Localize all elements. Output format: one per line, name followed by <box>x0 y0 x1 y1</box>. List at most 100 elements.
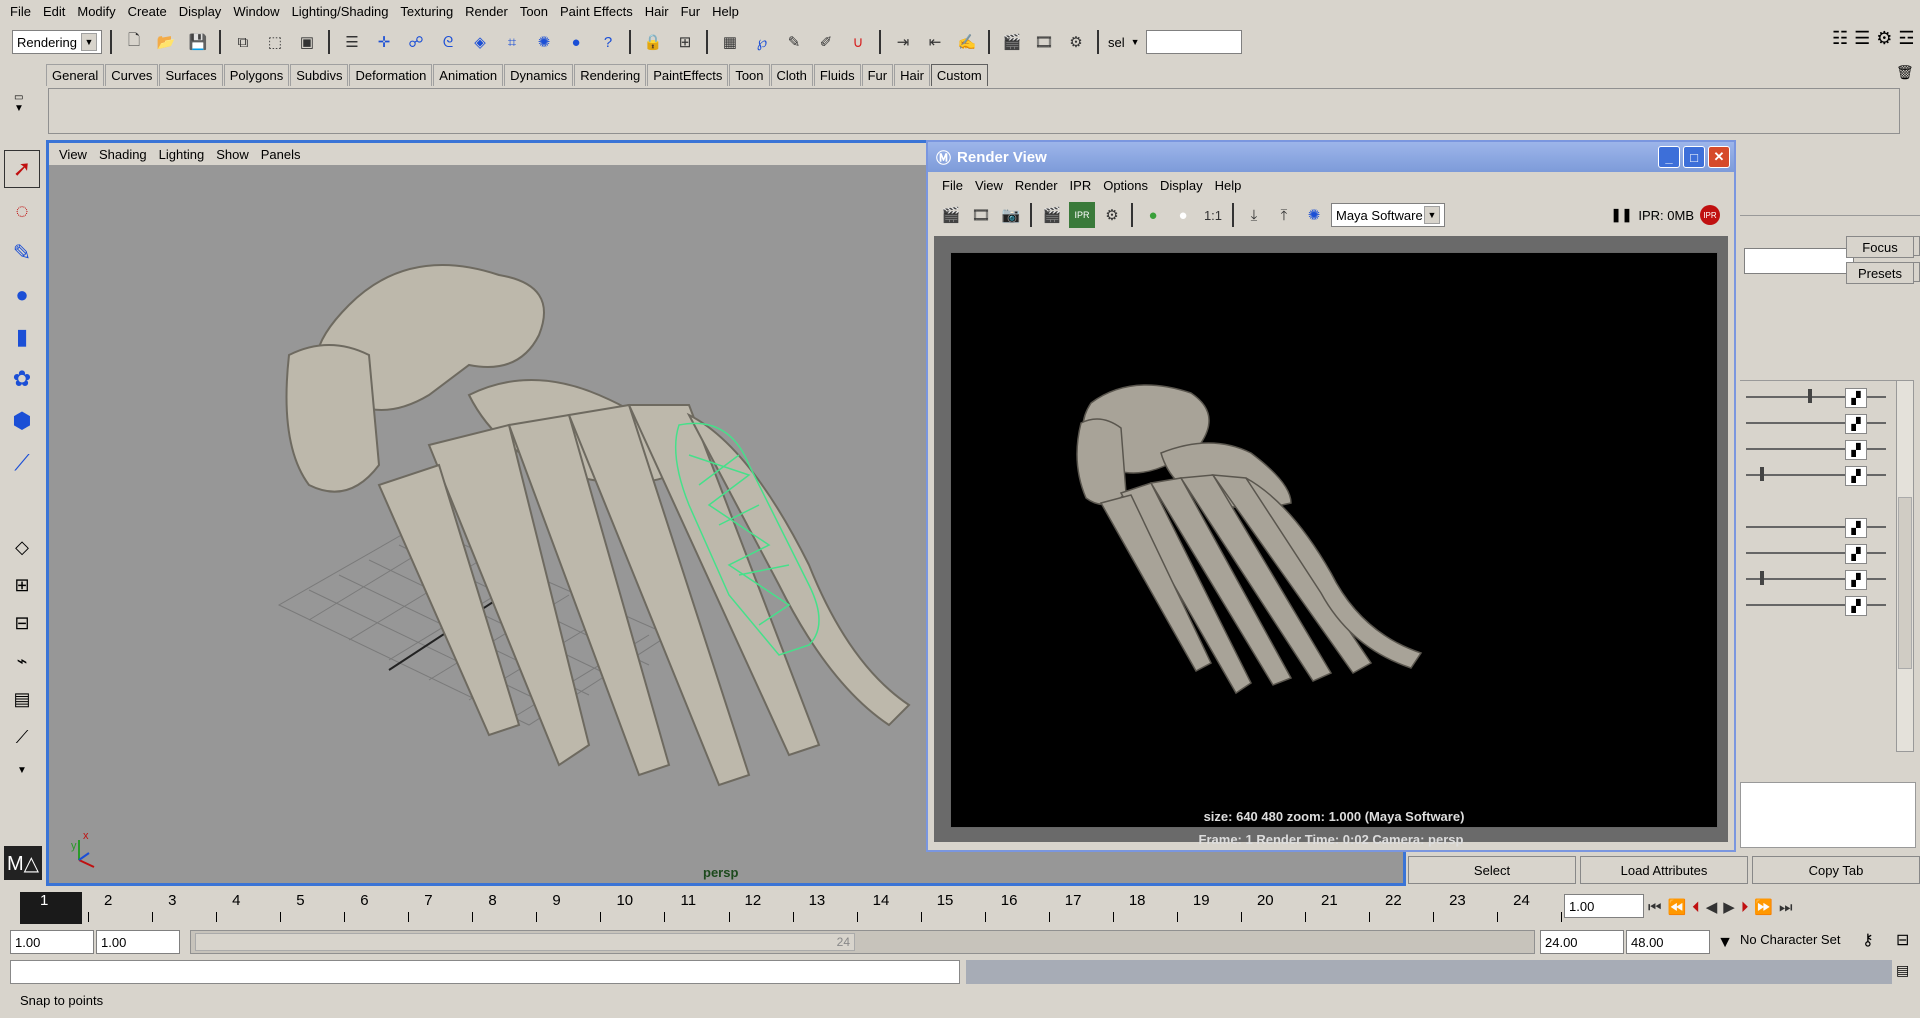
select-tool-icon[interactable]: ➚ <box>4 150 40 188</box>
play-backwards-icon[interactable]: ◀ <box>1706 898 1718 916</box>
snapshot-icon[interactable]: 📷 <box>998 202 1024 228</box>
output-ops-icon[interactable]: ⇤ <box>922 29 948 55</box>
snap-curve-icon[interactable]: ☍ <box>403 29 429 55</box>
menu-lighting-shading[interactable]: Lighting/Shading <box>286 4 395 19</box>
script-editor-icon[interactable]: ▤ <box>1896 962 1909 979</box>
shelf-tab-fur[interactable]: Fur <box>861 64 894 86</box>
copy-tab-button[interactable]: Copy Tab <box>1752 856 1920 884</box>
menu-create[interactable]: Create <box>122 4 173 19</box>
trash-icon[interactable]: 🗑 <box>1896 64 1914 81</box>
channel-box-icon[interactable]: ☷ <box>1832 28 1848 49</box>
notes-field[interactable] <box>1740 782 1916 848</box>
lock-icon[interactable]: 🔒 <box>640 29 666 55</box>
render-view-window[interactable]: Ⓜ Render View _ □ ✕ File View Render IPR Opt… <box>926 140 1736 852</box>
rgb-channels-icon[interactable]: ● <box>1140 202 1166 228</box>
viewport-menu-shading[interactable]: Shading <box>93 147 153 162</box>
menu-modify[interactable]: Modify <box>71 4 121 19</box>
range-slider-handle[interactable]: 24 <box>195 933 855 951</box>
ipr-render-icon[interactable]: 🎞 <box>1031 29 1057 55</box>
layer-editor-icon[interactable]: ☲ <box>1898 28 1914 49</box>
snap-point-icon[interactable]: ᘓ <box>435 29 461 55</box>
play-forwards-icon[interactable]: ▶ <box>1723 898 1735 916</box>
shelf-tab-hair[interactable]: Hair <box>894 64 930 86</box>
menuset-dropdown[interactable]: Rendering ▼ <box>12 30 102 54</box>
remove-image-icon[interactable]: ⤒ <box>1271 202 1297 228</box>
pencil-icon[interactable]: ✎ <box>781 29 807 55</box>
construction-history-icon[interactable]: ✍ <box>954 29 980 55</box>
map-texture-button[interactable]: ▞ <box>1845 570 1867 590</box>
playback-start-field[interactable]: 1.00 <box>96 930 180 954</box>
attr-scrollbar[interactable] <box>1896 380 1914 752</box>
input-ops-icon[interactable]: ⇥ <box>890 29 916 55</box>
render-menu-ipr[interactable]: IPR <box>1064 178 1098 193</box>
menu-toon[interactable]: Toon <box>514 4 554 19</box>
render-view-titlebar[interactable]: Ⓜ Render View _ □ ✕ <box>928 142 1734 172</box>
close-icon[interactable]: ✕ <box>1708 146 1730 168</box>
select-component-icon[interactable]: ▣ <box>294 29 320 55</box>
lasso-tool-icon[interactable]: ◌ <box>4 192 40 230</box>
shelf-tab-painteffects[interactable]: PaintEffects <box>647 64 729 86</box>
snap-surface-icon[interactable]: ✺ <box>531 29 557 55</box>
four-pane-layout-icon[interactable]: ⊞ <box>4 568 40 602</box>
move-tool-icon[interactable]: ● <box>4 276 40 314</box>
render-menu-display[interactable]: Display <box>1154 178 1209 193</box>
presets-button[interactable]: Presets <box>1846 262 1914 284</box>
graph-layout-icon[interactable]: ⌁ <box>4 644 40 678</box>
globe-icon[interactable]: ● <box>563 29 589 55</box>
shelf-menu-icon[interactable]: ▭ ▼ <box>14 92 40 132</box>
manipulator-tool-icon[interactable]: ⬢ <box>4 402 40 440</box>
chevron-down-icon[interactable]: ▼ <box>1131 37 1140 47</box>
paint-select-tool-icon[interactable]: ✎ <box>4 234 40 272</box>
ipr-render-icon[interactable]: 🎬 <box>1039 202 1065 228</box>
shelf-tab-general[interactable]: General <box>46 64 105 86</box>
single-pane-layout-icon[interactable]: ◇ <box>4 530 40 564</box>
shelf-tab-cloth[interactable]: Cloth <box>770 64 813 86</box>
mask-menu-icon[interactable]: ☰ <box>339 29 365 55</box>
help-icon[interactable]: ? <box>595 29 621 55</box>
character-set-label[interactable]: No Character Set <box>1740 932 1840 947</box>
step-forward-key-icon[interactable]: ⏩ <box>1754 898 1773 916</box>
pause-icon[interactable]: ❚❚ <box>1611 207 1633 223</box>
render-image[interactable]: size: 640 480 zoom: 1.000 (Maya Software… <box>950 252 1718 828</box>
auto-key-dropdown[interactable]: ▼ <box>1712 932 1738 954</box>
shelf-tab-surfaces[interactable]: Surfaces <box>159 64 223 86</box>
scale-tool-icon[interactable]: ✿ <box>4 360 40 398</box>
sel-label[interactable]: sel <box>1108 35 1125 50</box>
map-texture-button[interactable]: ▞ <box>1845 440 1867 460</box>
snap-view-plane-icon[interactable]: ◈ <box>467 29 493 55</box>
shelf-tab-dynamics[interactable]: Dynamics <box>504 64 574 86</box>
map-texture-button[interactable]: ▞ <box>1845 414 1867 434</box>
current-frame-marker[interactable] <box>20 892 82 924</box>
minimize-icon[interactable]: _ <box>1658 146 1680 168</box>
ratio-button[interactable]: 1:1 <box>1200 202 1226 228</box>
shelf-tab-custom[interactable]: Custom <box>930 64 988 86</box>
time-slider[interactable]: 1 2 3 4 5 6 7 8 9 10 11 12 13 14 15 16 17 18 19 20 21 22 23 24 <box>14 890 1564 926</box>
hypershade-layout-icon[interactable]: ▤ <box>4 682 40 716</box>
select-object-icon[interactable]: ⬚ <box>262 29 288 55</box>
shelf-tab-fluids[interactable]: Fluids <box>813 64 861 86</box>
focus-button[interactable]: Focus <box>1846 236 1914 258</box>
outliner-layout-icon[interactable]: ⊟ <box>4 606 40 640</box>
renderer-dropdown[interactable]: Maya Software ▼ <box>1331 203 1445 227</box>
sel-input[interactable] <box>1145 30 1242 54</box>
redo-render-icon[interactable]: 🎬 <box>938 202 964 228</box>
shelf-tab-polygons[interactable]: Polygons <box>223 64 290 86</box>
shelf-tab-subdivs[interactable]: Subdivs <box>290 64 349 86</box>
more-layouts-icon[interactable]: ▼ <box>4 758 40 782</box>
maximize-icon[interactable]: □ <box>1683 146 1705 168</box>
alpha-channel-icon[interactable]: ● <box>1170 202 1196 228</box>
graph-editor-layout-icon[interactable]: ⟋ <box>4 720 40 754</box>
go-to-end-icon[interactable]: ⏭ <box>1779 899 1793 916</box>
ipr-refresh-icon[interactable]: IPR <box>1069 202 1095 228</box>
new-scene-icon[interactable]: 🗋 <box>121 29 147 55</box>
go-to-start-icon[interactable]: ⏮ <box>1648 899 1662 916</box>
node-name-field[interactable] <box>1744 248 1854 274</box>
map-texture-button[interactable]: ▞ <box>1845 388 1867 408</box>
map-texture-button[interactable]: ▞ <box>1845 466 1867 486</box>
map-texture-button[interactable]: ▞ <box>1845 596 1867 616</box>
viewport-menu-lighting[interactable]: Lighting <box>153 147 211 162</box>
range-slider[interactable]: 24 <box>190 930 1535 954</box>
render-frame-icon[interactable]: 🎬 <box>999 29 1025 55</box>
render-menu-render[interactable]: Render <box>1009 178 1064 193</box>
menu-render[interactable]: Render <box>459 4 514 19</box>
